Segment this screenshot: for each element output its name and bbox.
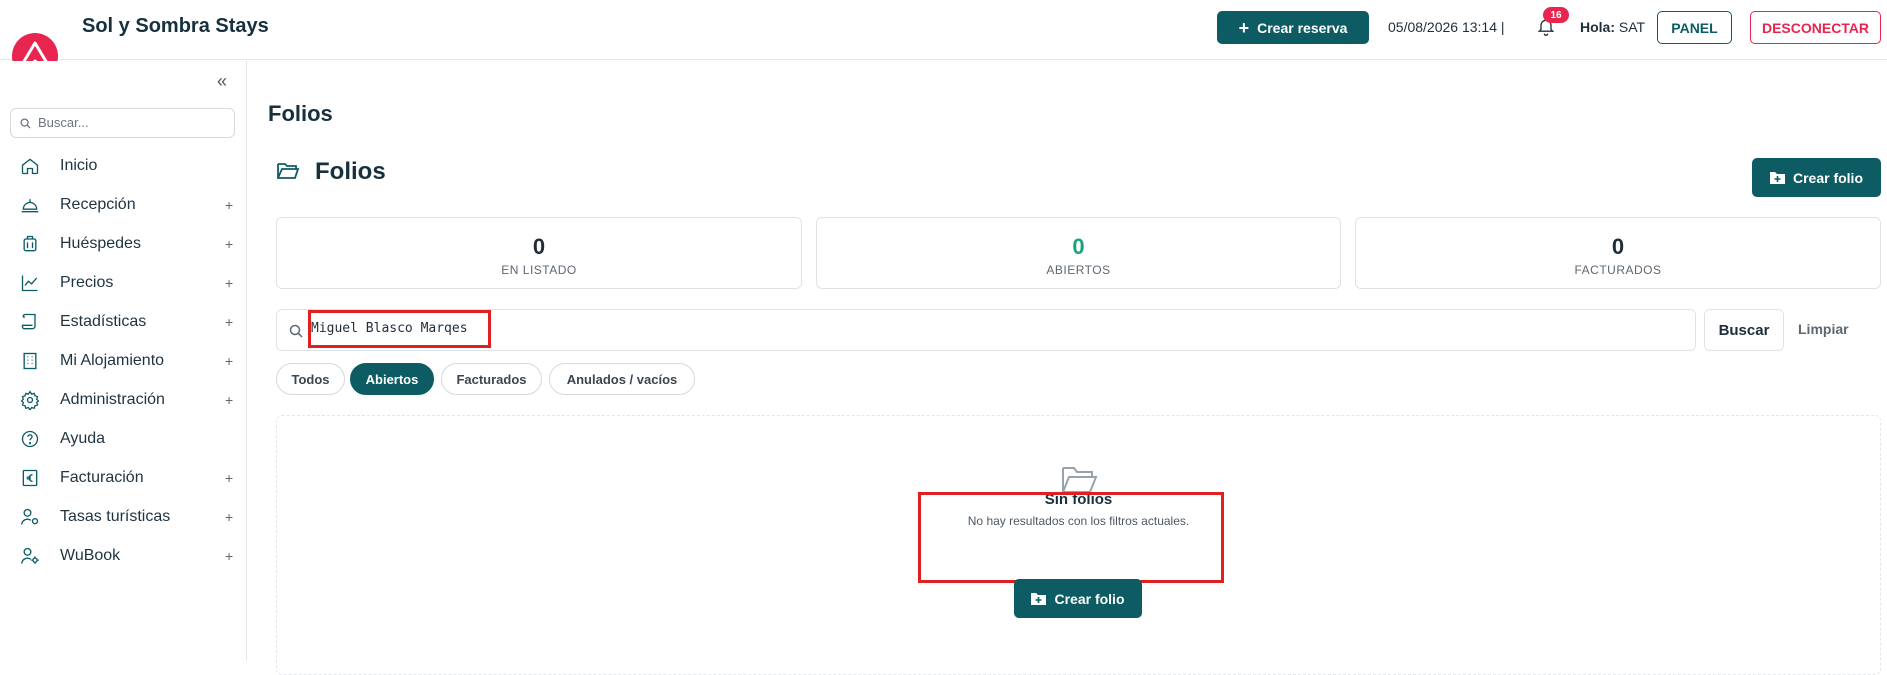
folio-search[interactable] (276, 309, 1696, 351)
expand-icon[interactable]: + (225, 236, 233, 252)
folder-open-icon (277, 163, 300, 179)
empty-state-subtitle: No hay resultados con los filtros actual… (967, 514, 1190, 528)
sidebar-item-estadisticas[interactable]: Estadísticas + (0, 302, 246, 341)
expand-icon[interactable]: + (225, 275, 233, 291)
luggage-icon (23, 235, 37, 252)
expand-icon[interactable]: + (225, 392, 233, 408)
plus-icon: + (1238, 17, 1250, 38)
sidebar-item-administracion[interactable]: Administración + (0, 380, 246, 419)
folder-plus-icon (1031, 593, 1047, 605)
create-booking-button[interactable]: + Crear reserva (1217, 11, 1369, 44)
bell-desk-icon (21, 199, 39, 213)
building-icon (23, 352, 37, 370)
sidebar-item-wubook[interactable]: WuBook + (0, 536, 246, 575)
chart-line-icon (21, 275, 38, 292)
top-bar: Sol y Sombra Stays + Crear reserva 05/08… (0, 0, 1887, 60)
app-title: Sol y Sombra Stays (82, 15, 269, 37)
help-icon (21, 430, 39, 448)
empty-create-folio-button[interactable]: Crear folio (1014, 579, 1142, 618)
folder-plus-icon (1769, 172, 1785, 184)
sidebar-item-precios[interactable]: Precios + (0, 263, 246, 302)
sidebar-item-mi-alojamiento[interactable]: Mi Alojamiento + (0, 341, 246, 380)
sidebar-item-recepcion[interactable]: Recepción + (0, 185, 246, 224)
empty-state-title: Sin folios (1044, 491, 1113, 508)
user-gear-icon (21, 547, 39, 564)
sidebar: « Inicio Recepción + Huéspedes + Precios… (0, 61, 247, 660)
filter-facturados[interactable]: Facturados (441, 363, 542, 395)
user-settings-icon (21, 508, 39, 525)
collapse-sidebar-icon[interactable]: « (217, 71, 227, 92)
expand-icon[interactable]: + (225, 548, 233, 564)
page-title: Folios (268, 101, 333, 126)
euro-doc-icon (22, 469, 38, 487)
folio-search-input[interactable] (311, 321, 1661, 336)
sidebar-item-huespedes[interactable]: Huéspedes + (0, 224, 246, 263)
expand-icon[interactable]: + (225, 353, 233, 369)
panel-button[interactable]: PANEL (1657, 11, 1732, 44)
gear-icon (20, 390, 40, 410)
filter-todos[interactable]: Todos (276, 363, 345, 395)
search-icon (20, 118, 31, 129)
datetime: 05/08/2026 13:14 | (1388, 19, 1505, 35)
filter-anulados[interactable]: Anulados / vacíos (549, 363, 695, 395)
search-button[interactable]: Buscar (1704, 309, 1784, 351)
greeting: Hola: SAT (1580, 19, 1646, 35)
filter-abiertos[interactable]: Abiertos (350, 363, 434, 395)
empty-state-container (276, 415, 1881, 675)
sidebar-search[interactable] (10, 108, 235, 138)
sidebar-item-inicio[interactable]: Inicio (0, 146, 246, 185)
expand-icon[interactable]: + (225, 314, 233, 330)
stat-en-listado: 0 EN LISTADO (276, 217, 802, 289)
create-folio-button[interactable]: Crear folio (1752, 158, 1881, 197)
section-title: Folios (315, 158, 386, 185)
sidebar-item-ayuda[interactable]: Ayuda (0, 419, 246, 458)
logout-button[interactable]: DESCONECTAR (1750, 11, 1881, 44)
notification-badge: 16 (1543, 7, 1569, 23)
clear-button[interactable]: Limpiar (1798, 321, 1849, 337)
sidebar-item-tasas-turisticas[interactable]: Tasas turísticas + (0, 497, 246, 536)
sidebar-search-input[interactable] (38, 115, 228, 130)
stat-abiertos: 0 ABIERTOS (816, 217, 1341, 289)
stat-facturados: 0 FACTURADOS (1355, 217, 1881, 289)
expand-icon[interactable]: + (225, 197, 233, 213)
home-icon (21, 158, 39, 175)
expand-icon[interactable]: + (225, 470, 233, 486)
sidebar-item-facturacion[interactable]: Facturación + (0, 458, 246, 497)
expand-icon[interactable]: + (225, 509, 233, 525)
scroll-icon (21, 313, 36, 330)
main-content: Folios Folios Crear folio 0 EN LISTADO 0… (248, 61, 1887, 675)
search-icon (289, 324, 303, 338)
